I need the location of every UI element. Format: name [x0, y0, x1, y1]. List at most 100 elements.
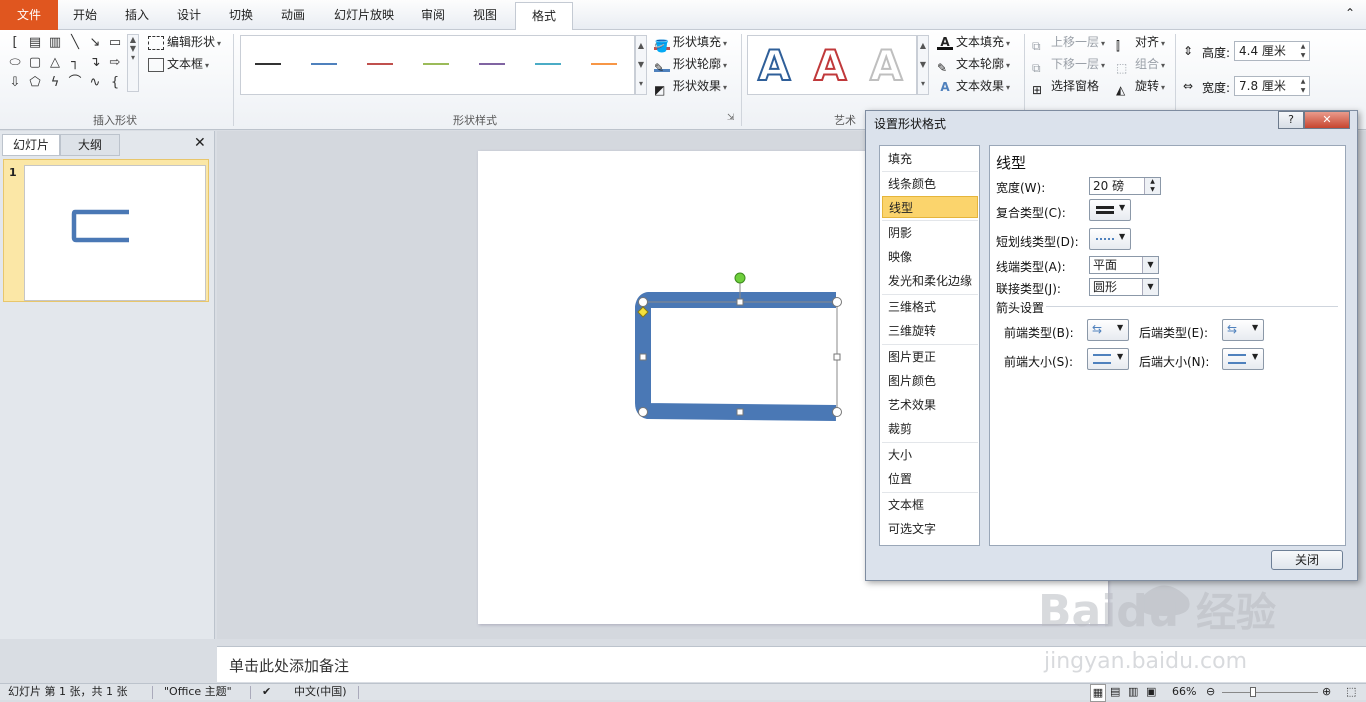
height-spinner-icon[interactable]: ▲ ▼ [1297, 42, 1309, 60]
zoom-level[interactable]: 66% [1172, 684, 1196, 700]
brace-shape-icon[interactable]: { [106, 74, 124, 92]
shapes-gallery-more-icon[interactable]: ▲ ▼ ▾ [127, 34, 139, 92]
pentagon-shape-icon[interactable]: ⬠ [26, 74, 44, 92]
line-style-red[interactable] [367, 63, 393, 65]
resize-handle-icon[interactable] [832, 297, 842, 307]
line-style-dark[interactable] [255, 63, 281, 65]
cap-type-select[interactable]: 平面 ▼ [1089, 256, 1159, 274]
chevron-down-icon[interactable]: ▼ [1142, 279, 1158, 295]
lightning-shape-icon[interactable]: ϟ [46, 74, 64, 92]
close-button[interactable]: 关闭 [1271, 550, 1343, 570]
rotate-button[interactable]: ◭ 旋转 ▾ [1116, 76, 1165, 97]
line-shape-icon[interactable]: ╲ [66, 34, 84, 52]
elbow-connector-shape-icon[interactable]: ┐ [66, 54, 84, 72]
wordart-style-red[interactable]: A [813, 41, 847, 91]
close-pane-icon[interactable]: ✕ [194, 135, 206, 151]
tab-outline[interactable]: 大纲 [60, 134, 120, 156]
rectangle-shape-icon[interactable]: ▭ [106, 34, 124, 52]
nav-reflection[interactable]: 映像 [882, 246, 978, 268]
nav-3d-rotation[interactable]: 三维旋转 [882, 320, 978, 342]
elbow-arrow-shape-icon[interactable]: ↴ [86, 54, 104, 72]
nav-position[interactable]: 位置 [882, 468, 978, 490]
arrow-line-shape-icon[interactable]: ↘ [86, 34, 104, 52]
reading-view-icon[interactable]: ▥ [1128, 684, 1138, 700]
nav-shadow[interactable]: 阴影 [882, 222, 978, 244]
language-status[interactable]: 中文(中国) [294, 684, 347, 700]
nav-text-box[interactable]: 文本框 [882, 494, 978, 516]
help-button[interactable]: ? [1278, 111, 1304, 129]
shape-style-gallery[interactable] [240, 35, 635, 95]
dialog-close-icon[interactable]: ✕ [1304, 111, 1350, 129]
join-type-select[interactable]: 圆形 ▼ [1089, 278, 1159, 296]
send-backward-button[interactable]: ⧉ 下移一层 ▾ [1032, 54, 1105, 75]
theme-status[interactable]: "Office 主题" [164, 684, 232, 700]
nav-line-color[interactable]: 线条颜色 [882, 173, 978, 195]
tab-insert[interactable]: 插入 [114, 2, 160, 30]
normal-view-icon[interactable]: ▦ [1090, 684, 1106, 702]
line-style-blue[interactable] [311, 63, 337, 65]
line-style-orange[interactable] [591, 63, 617, 65]
rounded-rect-shape-icon[interactable]: ▢ [26, 54, 44, 72]
ribbon-collapse-icon[interactable]: ⌃ [1342, 6, 1358, 22]
triangle-shape-icon[interactable]: △ [46, 54, 64, 72]
slide-thumbnail[interactable] [24, 165, 206, 301]
end-type-picker[interactable]: ⇆ ▼ [1222, 319, 1264, 341]
resize-handle-icon[interactable] [833, 353, 841, 361]
resize-handle-icon[interactable] [736, 408, 744, 416]
wordart-style-blue[interactable]: A [757, 41, 791, 91]
text-effects-button[interactable]: A 文本效果 ▾ [937, 76, 1010, 96]
tab-view[interactable]: 视图 [462, 2, 508, 30]
tab-review[interactable]: 审阅 [410, 2, 456, 30]
tab-transitions[interactable]: 切换 [218, 2, 264, 30]
tab-slides[interactable]: 幻灯片 [2, 134, 60, 156]
line-style-purple[interactable] [479, 63, 505, 65]
resize-handle-icon[interactable] [832, 407, 842, 417]
text-box-button[interactable]: 文本框 ▾ [148, 54, 209, 74]
dash-type-picker[interactable]: ▼ [1089, 228, 1131, 250]
shape-fill-button[interactable]: 🪣 形状填充 ▾ [654, 32, 727, 53]
height-input[interactable]: 4.4 厘米 ▲ ▼ [1234, 41, 1310, 61]
line-style-aqua[interactable] [535, 63, 561, 65]
tab-file[interactable]: 文件 [0, 0, 58, 30]
curve-shape-icon[interactable]: ∿ [86, 74, 104, 92]
spellcheck-icon[interactable]: ✔ [262, 684, 271, 700]
fit-to-window-icon[interactable]: ⬚ [1346, 684, 1356, 700]
bracket-shape-icon[interactable]: [ [6, 34, 24, 52]
line-width-input[interactable]: 20 磅 ▲ ▼ [1089, 177, 1161, 195]
edit-shape-button[interactable]: 编辑形状 ▾ [148, 32, 221, 52]
nav-picture-color[interactable]: 图片颜色 [882, 370, 978, 392]
begin-type-picker[interactable]: ⇆ ▼ [1087, 319, 1129, 341]
text-fill-button[interactable]: A 文本填充 ▾ [937, 32, 1010, 52]
nav-glow-soft-edges[interactable]: 发光和柔化边缘 [882, 270, 978, 292]
rotation-handle-icon[interactable] [734, 272, 746, 284]
zoom-slider[interactable] [1222, 692, 1318, 693]
down-arrow-shape-icon[interactable]: ⇩ [6, 74, 24, 92]
resize-handle-icon[interactable] [639, 353, 647, 361]
tab-home[interactable]: 开始 [62, 2, 108, 30]
align-button[interactable]: ⫿ 对齐 ▾ [1116, 32, 1165, 53]
slideshow-view-icon[interactable]: ▣ [1146, 684, 1156, 700]
group-button[interactable]: ⬚ 组合 ▾ [1116, 54, 1165, 75]
nav-3d-format[interactable]: 三维格式 [882, 296, 978, 318]
compound-type-picker[interactable]: ▼ [1089, 199, 1131, 221]
resize-handle-icon[interactable] [638, 407, 648, 417]
tab-slideshow[interactable]: 幻灯片放映 [324, 2, 404, 30]
oval-shape-icon[interactable]: ⬭ [6, 54, 24, 72]
slide-thumbnail-selected[interactable]: 1 [3, 159, 209, 302]
wordart-gallery[interactable]: A A A [747, 35, 917, 95]
line-style-green[interactable] [423, 63, 449, 65]
bring-forward-button[interactable]: ⧉ 上移一层 ▾ [1032, 32, 1105, 53]
slide-sorter-icon[interactable]: ▤ [1110, 684, 1120, 700]
wordart-style-gray[interactable]: A [869, 41, 903, 91]
nav-fill[interactable]: 填充 [882, 148, 978, 170]
zoom-slider-thumb[interactable] [1250, 687, 1256, 697]
nav-picture-corrections[interactable]: 图片更正 [882, 346, 978, 368]
width-input[interactable]: 7.8 厘米 ▲ ▼ [1234, 76, 1310, 96]
tab-design[interactable]: 设计 [166, 2, 212, 30]
chevron-down-icon[interactable]: ▼ [1142, 257, 1158, 273]
shape-outline-button[interactable]: ✎ 形状轮廓 ▾ [654, 54, 727, 75]
tab-format[interactable]: 格式 [515, 2, 573, 31]
begin-size-picker[interactable]: ▼ [1087, 348, 1129, 370]
right-arrow-shape-icon[interactable]: ⇨ [106, 54, 124, 72]
nav-size[interactable]: 大小 [882, 444, 978, 466]
